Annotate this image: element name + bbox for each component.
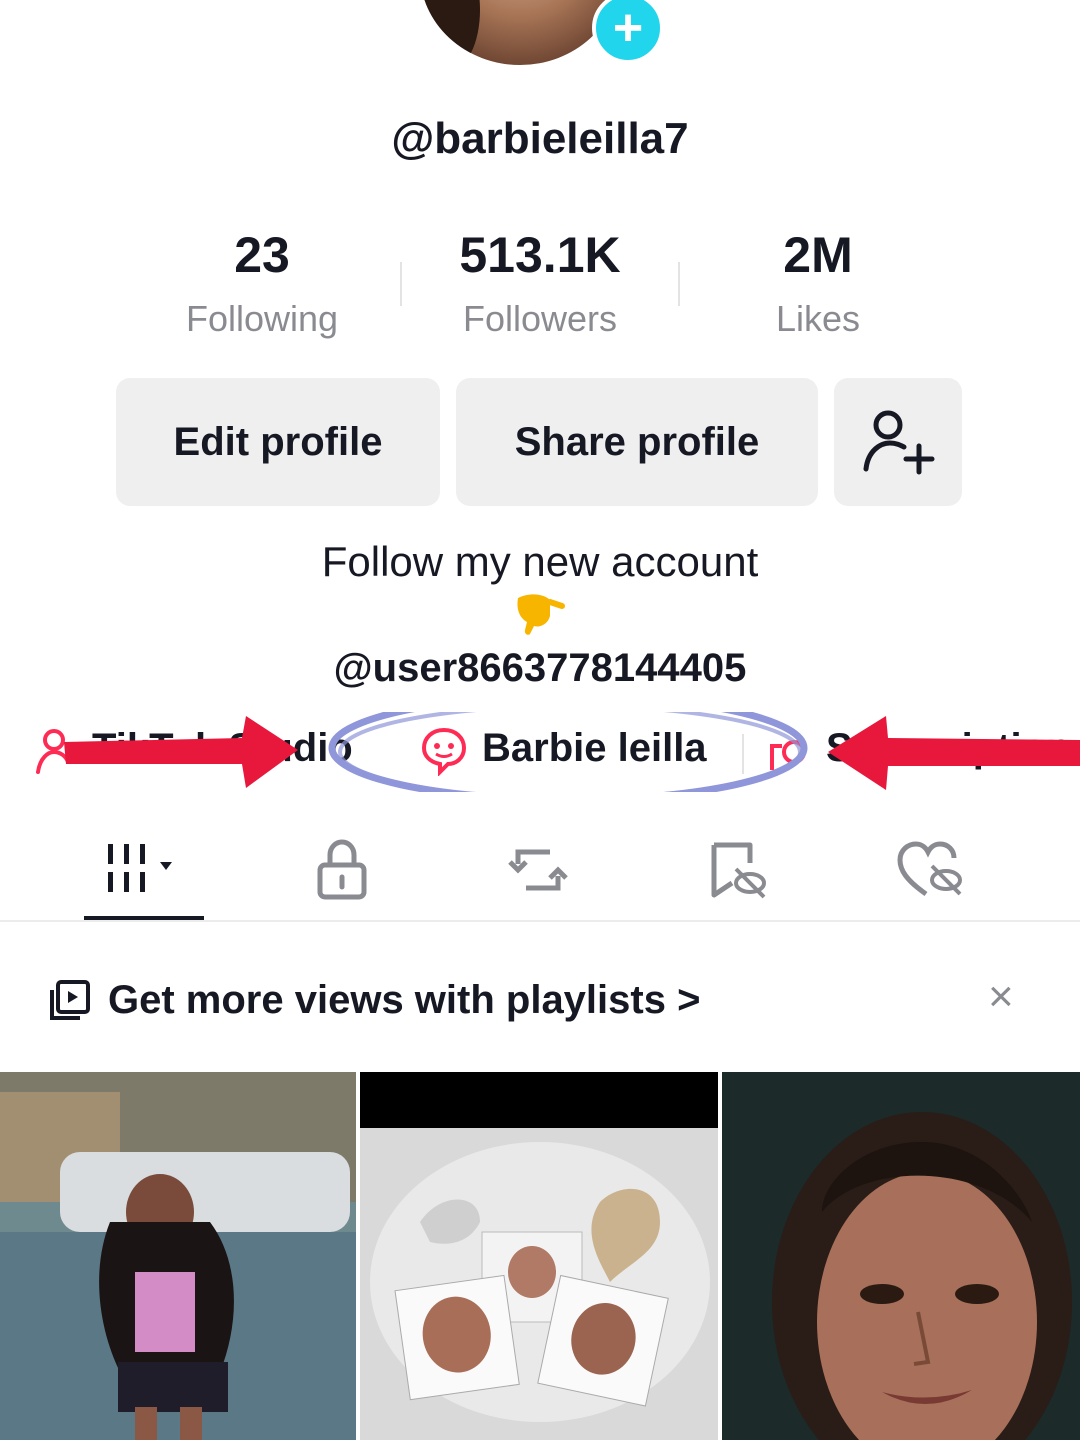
stat-divider bbox=[400, 262, 402, 306]
arrow-right-icon bbox=[64, 716, 298, 788]
add-friend-button[interactable] bbox=[834, 378, 962, 506]
highlight-circle bbox=[328, 712, 808, 792]
stat-followers-value: 513.1K bbox=[459, 227, 621, 283]
tab-private[interactable] bbox=[282, 830, 402, 910]
heart-hidden-icon bbox=[897, 841, 962, 897]
stat-followers[interactable]: 513.1K Followers bbox=[410, 226, 670, 340]
bio-line: Follow my new account bbox=[321, 538, 759, 585]
close-icon[interactable]: × bbox=[988, 972, 1014, 1022]
playlist-icon bbox=[50, 980, 90, 1020]
stat-likes[interactable]: 2M Likes bbox=[688, 226, 948, 340]
share-profile-button[interactable]: Share profile bbox=[456, 378, 818, 506]
person-plus-icon bbox=[863, 410, 935, 475]
playlist-banner-text[interactable]: Get more views with playlists > bbox=[108, 978, 700, 1023]
video-thumbnail[interactable] bbox=[0, 1072, 356, 1440]
profile-links-row: TikTok Studio Barbie leilla Subscription bbox=[0, 712, 1080, 792]
edit-profile-button[interactable]: Edit profile bbox=[116, 378, 440, 506]
stat-likes-label: Likes bbox=[775, 298, 861, 339]
stat-likes-value: 2M bbox=[783, 227, 853, 283]
bookmark-hidden-icon bbox=[711, 842, 766, 899]
grid-icon bbox=[108, 844, 172, 892]
stat-following[interactable]: 23 Following bbox=[132, 226, 392, 340]
profile-avatar[interactable] bbox=[420, 0, 620, 65]
content-tabs bbox=[0, 820, 1080, 922]
video-thumbnail[interactable] bbox=[722, 1072, 1080, 1440]
video-thumbnail-image bbox=[0, 1072, 356, 1440]
lock-icon bbox=[317, 839, 367, 900]
annotation-overlay bbox=[64, 712, 1080, 792]
pointing-hand-emoji-icon bbox=[517, 594, 565, 635]
stat-followers-label: Followers bbox=[462, 298, 618, 339]
stat-following-label: Following bbox=[185, 298, 339, 339]
tab-reposts[interactable] bbox=[478, 830, 598, 910]
tab-liked[interactable] bbox=[872, 830, 992, 910]
video-thumbnail-image bbox=[722, 1072, 1080, 1440]
tab-videos[interactable] bbox=[84, 830, 204, 910]
profile-username: @barbieleilla7 bbox=[391, 114, 689, 163]
repost-icon bbox=[508, 849, 568, 891]
video-thumbnail-image bbox=[360, 1072, 718, 1440]
tab-favorites[interactable] bbox=[678, 830, 798, 910]
bio-mention-link[interactable]: @user8663778144405 bbox=[0, 646, 1080, 691]
active-tab-indicator bbox=[84, 916, 204, 920]
add-avatar-plus-icon[interactable]: + bbox=[592, 0, 664, 64]
arrow-left-icon bbox=[828, 716, 1080, 790]
stat-divider bbox=[678, 262, 680, 306]
stat-following-value: 23 bbox=[234, 227, 290, 283]
video-thumbnail[interactable] bbox=[360, 1072, 718, 1440]
